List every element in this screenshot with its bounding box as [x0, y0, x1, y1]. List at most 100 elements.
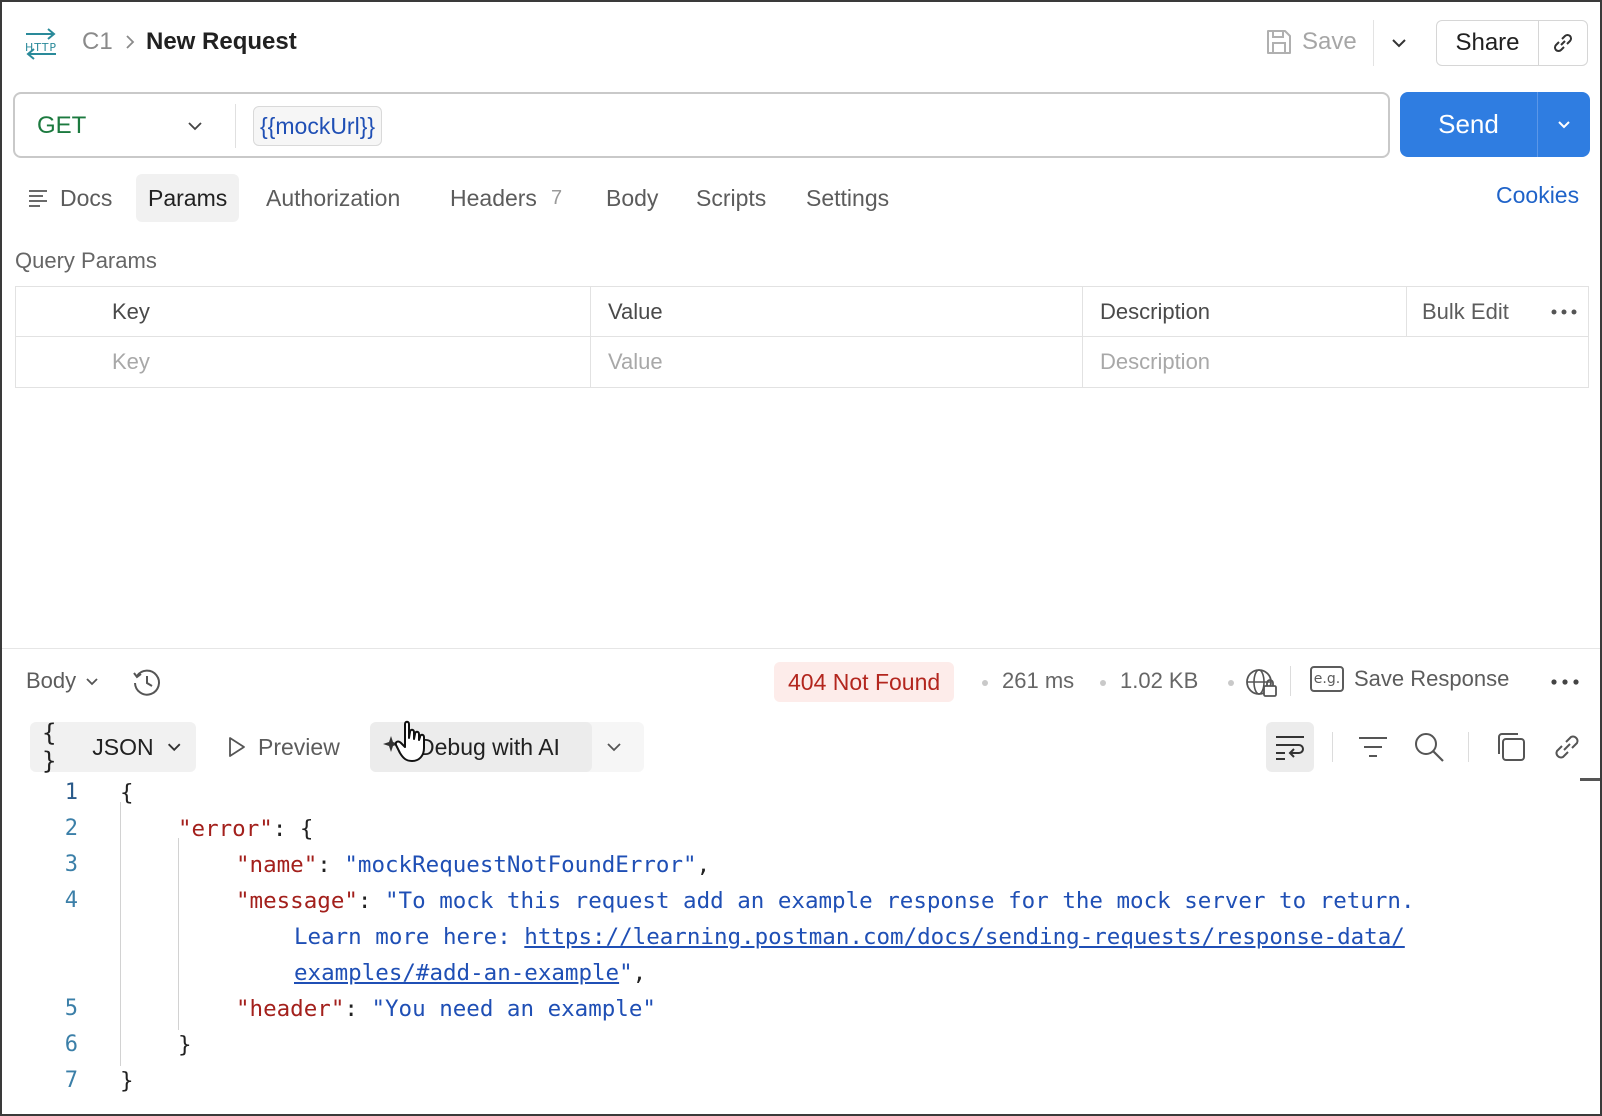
code-line: "error": {	[178, 816, 314, 842]
code-line: "name": "mockRequestNotFoundError",	[236, 852, 711, 878]
request-window: HTTP C1 New Request Save Share GET {{moc…	[0, 0, 1602, 1116]
example-icon: e.g.	[1310, 666, 1344, 692]
docs-url-link[interactable]: https://learning.postman.com/docs/sendin…	[524, 924, 1405, 950]
line-number: 2	[64, 816, 78, 841]
response-view-select[interactable]: Body	[26, 668, 102, 694]
line-number: 4	[64, 888, 78, 913]
tab-label: Headers	[450, 184, 537, 211]
code-line: }	[178, 1032, 192, 1058]
url-input[interactable]: {{mockUrl}}	[253, 106, 383, 146]
bulk-edit-button[interactable]: Bulk Edit	[1422, 287, 1509, 337]
send-button[interactable]: Send	[1400, 92, 1538, 157]
tab-authorization[interactable]: Authorization	[254, 174, 412, 222]
save-icon	[1267, 30, 1291, 54]
column-divider	[590, 287, 591, 387]
preview-label: Preview	[258, 733, 340, 760]
column-divider	[1082, 287, 1083, 387]
param-description-input[interactable]: Description	[1100, 337, 1210, 387]
line-number: 3	[64, 852, 78, 877]
chevron-down-icon	[1558, 120, 1570, 128]
method-select[interactable]: GET	[37, 112, 86, 140]
wrap-lines-button[interactable]	[1266, 722, 1314, 772]
more-icon[interactable]	[1550, 678, 1580, 686]
indent-guide	[120, 802, 121, 1066]
method-divider	[235, 104, 236, 148]
preview-button[interactable]: Preview	[224, 724, 340, 770]
code-line: "header": "You need an example"	[236, 996, 656, 1022]
line-number: 7	[64, 1068, 78, 1093]
code-line: Learn more here: https://learning.postma…	[294, 924, 1405, 950]
wrap-icon	[1276, 736, 1304, 760]
code-line: }	[120, 1068, 134, 1094]
params-more-button[interactable]	[1550, 287, 1578, 337]
docs-icon	[29, 190, 47, 207]
separator-dot	[982, 680, 988, 686]
chevron-right-icon	[126, 35, 135, 49]
breadcrumb-parent[interactable]: C1	[82, 28, 113, 56]
column-header-description: Description	[1100, 299, 1211, 324]
history-icon[interactable]	[130, 666, 164, 700]
tab-scripts[interactable]: Scripts	[684, 174, 778, 222]
toolbar-divider	[1290, 666, 1291, 696]
save-button[interactable]: Save	[1264, 22, 1357, 62]
column-header-value: Value	[608, 299, 663, 324]
more-icon	[1551, 309, 1577, 315]
headers-count: 7	[550, 186, 563, 209]
pane-resize-handle[interactable]	[2, 648, 1600, 649]
save-label: Save	[1302, 28, 1357, 55]
chevron-down-icon[interactable]	[1386, 30, 1412, 56]
format-label: JSON	[92, 733, 154, 760]
send-options-button[interactable]	[1538, 92, 1590, 157]
share-group: Share	[1436, 20, 1588, 66]
scrollbar-thumb[interactable]	[1580, 778, 1600, 781]
line-number: 1	[64, 780, 78, 805]
status-badge[interactable]: 404 Not Found	[774, 662, 955, 702]
separator-dot	[1228, 680, 1234, 686]
chevron-down-icon[interactable]	[602, 735, 626, 759]
chevron-down-icon[interactable]	[183, 114, 207, 138]
query-params-title: Query Params	[15, 248, 157, 273]
save-divider	[1373, 20, 1374, 66]
indent-guide	[178, 838, 179, 1030]
tab-settings[interactable]: Settings	[794, 174, 901, 222]
query-params-table: Key Value Description Bulk Edit Key Valu…	[15, 286, 1589, 388]
cursor-icon	[394, 720, 425, 762]
cookies-link[interactable]: Cookies	[1496, 182, 1579, 209]
tab-body[interactable]: Body	[594, 174, 670, 222]
separator-dot	[1100, 680, 1106, 686]
line-number: 5	[64, 996, 78, 1021]
response-view-label: Body	[26, 668, 77, 693]
column-header-key: Key	[112, 299, 150, 324]
format-select[interactable]: { } JSON	[30, 719, 196, 775]
request-title[interactable]: New Request	[146, 28, 297, 56]
copy-icon[interactable]	[1494, 730, 1528, 764]
tab-label: Params	[148, 184, 228, 211]
copy-link-button[interactable]	[1539, 30, 1587, 56]
link-icon[interactable]	[1550, 730, 1584, 764]
save-response-button[interactable]: e.g. Save Response	[1310, 666, 1509, 692]
response-time[interactable]: 261 ms	[1002, 668, 1074, 694]
share-button[interactable]: Share	[1437, 21, 1539, 65]
toolbar-divider	[1468, 732, 1469, 762]
tab-label: Authorization	[266, 184, 401, 211]
tab-params[interactable]: Params	[136, 174, 240, 222]
param-value-input[interactable]: Value	[608, 337, 663, 387]
http-icon: HTTP	[25, 28, 56, 60]
tab-label: Scripts	[696, 184, 767, 211]
link-icon	[1553, 33, 1573, 53]
tab-docs[interactable]: Docs	[14, 174, 124, 222]
filter-icon[interactable]	[1356, 730, 1390, 764]
search-icon[interactable]	[1412, 730, 1446, 764]
chevron-down-icon	[167, 743, 181, 752]
globe-lock-icon[interactable]	[1244, 666, 1278, 700]
param-key-input[interactable]: Key	[112, 337, 150, 387]
code-line: "message": "To mock this request add an …	[236, 888, 1415, 914]
column-divider	[1406, 287, 1407, 337]
code-line: {	[120, 780, 134, 806]
tab-headers[interactable]: Headers 7	[438, 174, 574, 222]
response-size[interactable]: 1.02 KB	[1120, 668, 1198, 694]
docs-url-link[interactable]: examples/#add-an-example	[294, 960, 619, 986]
url-bar: GET {{mockUrl}}	[13, 92, 1390, 158]
send-group: Send	[1400, 92, 1590, 157]
debug-label: Debug with AI	[418, 733, 560, 760]
